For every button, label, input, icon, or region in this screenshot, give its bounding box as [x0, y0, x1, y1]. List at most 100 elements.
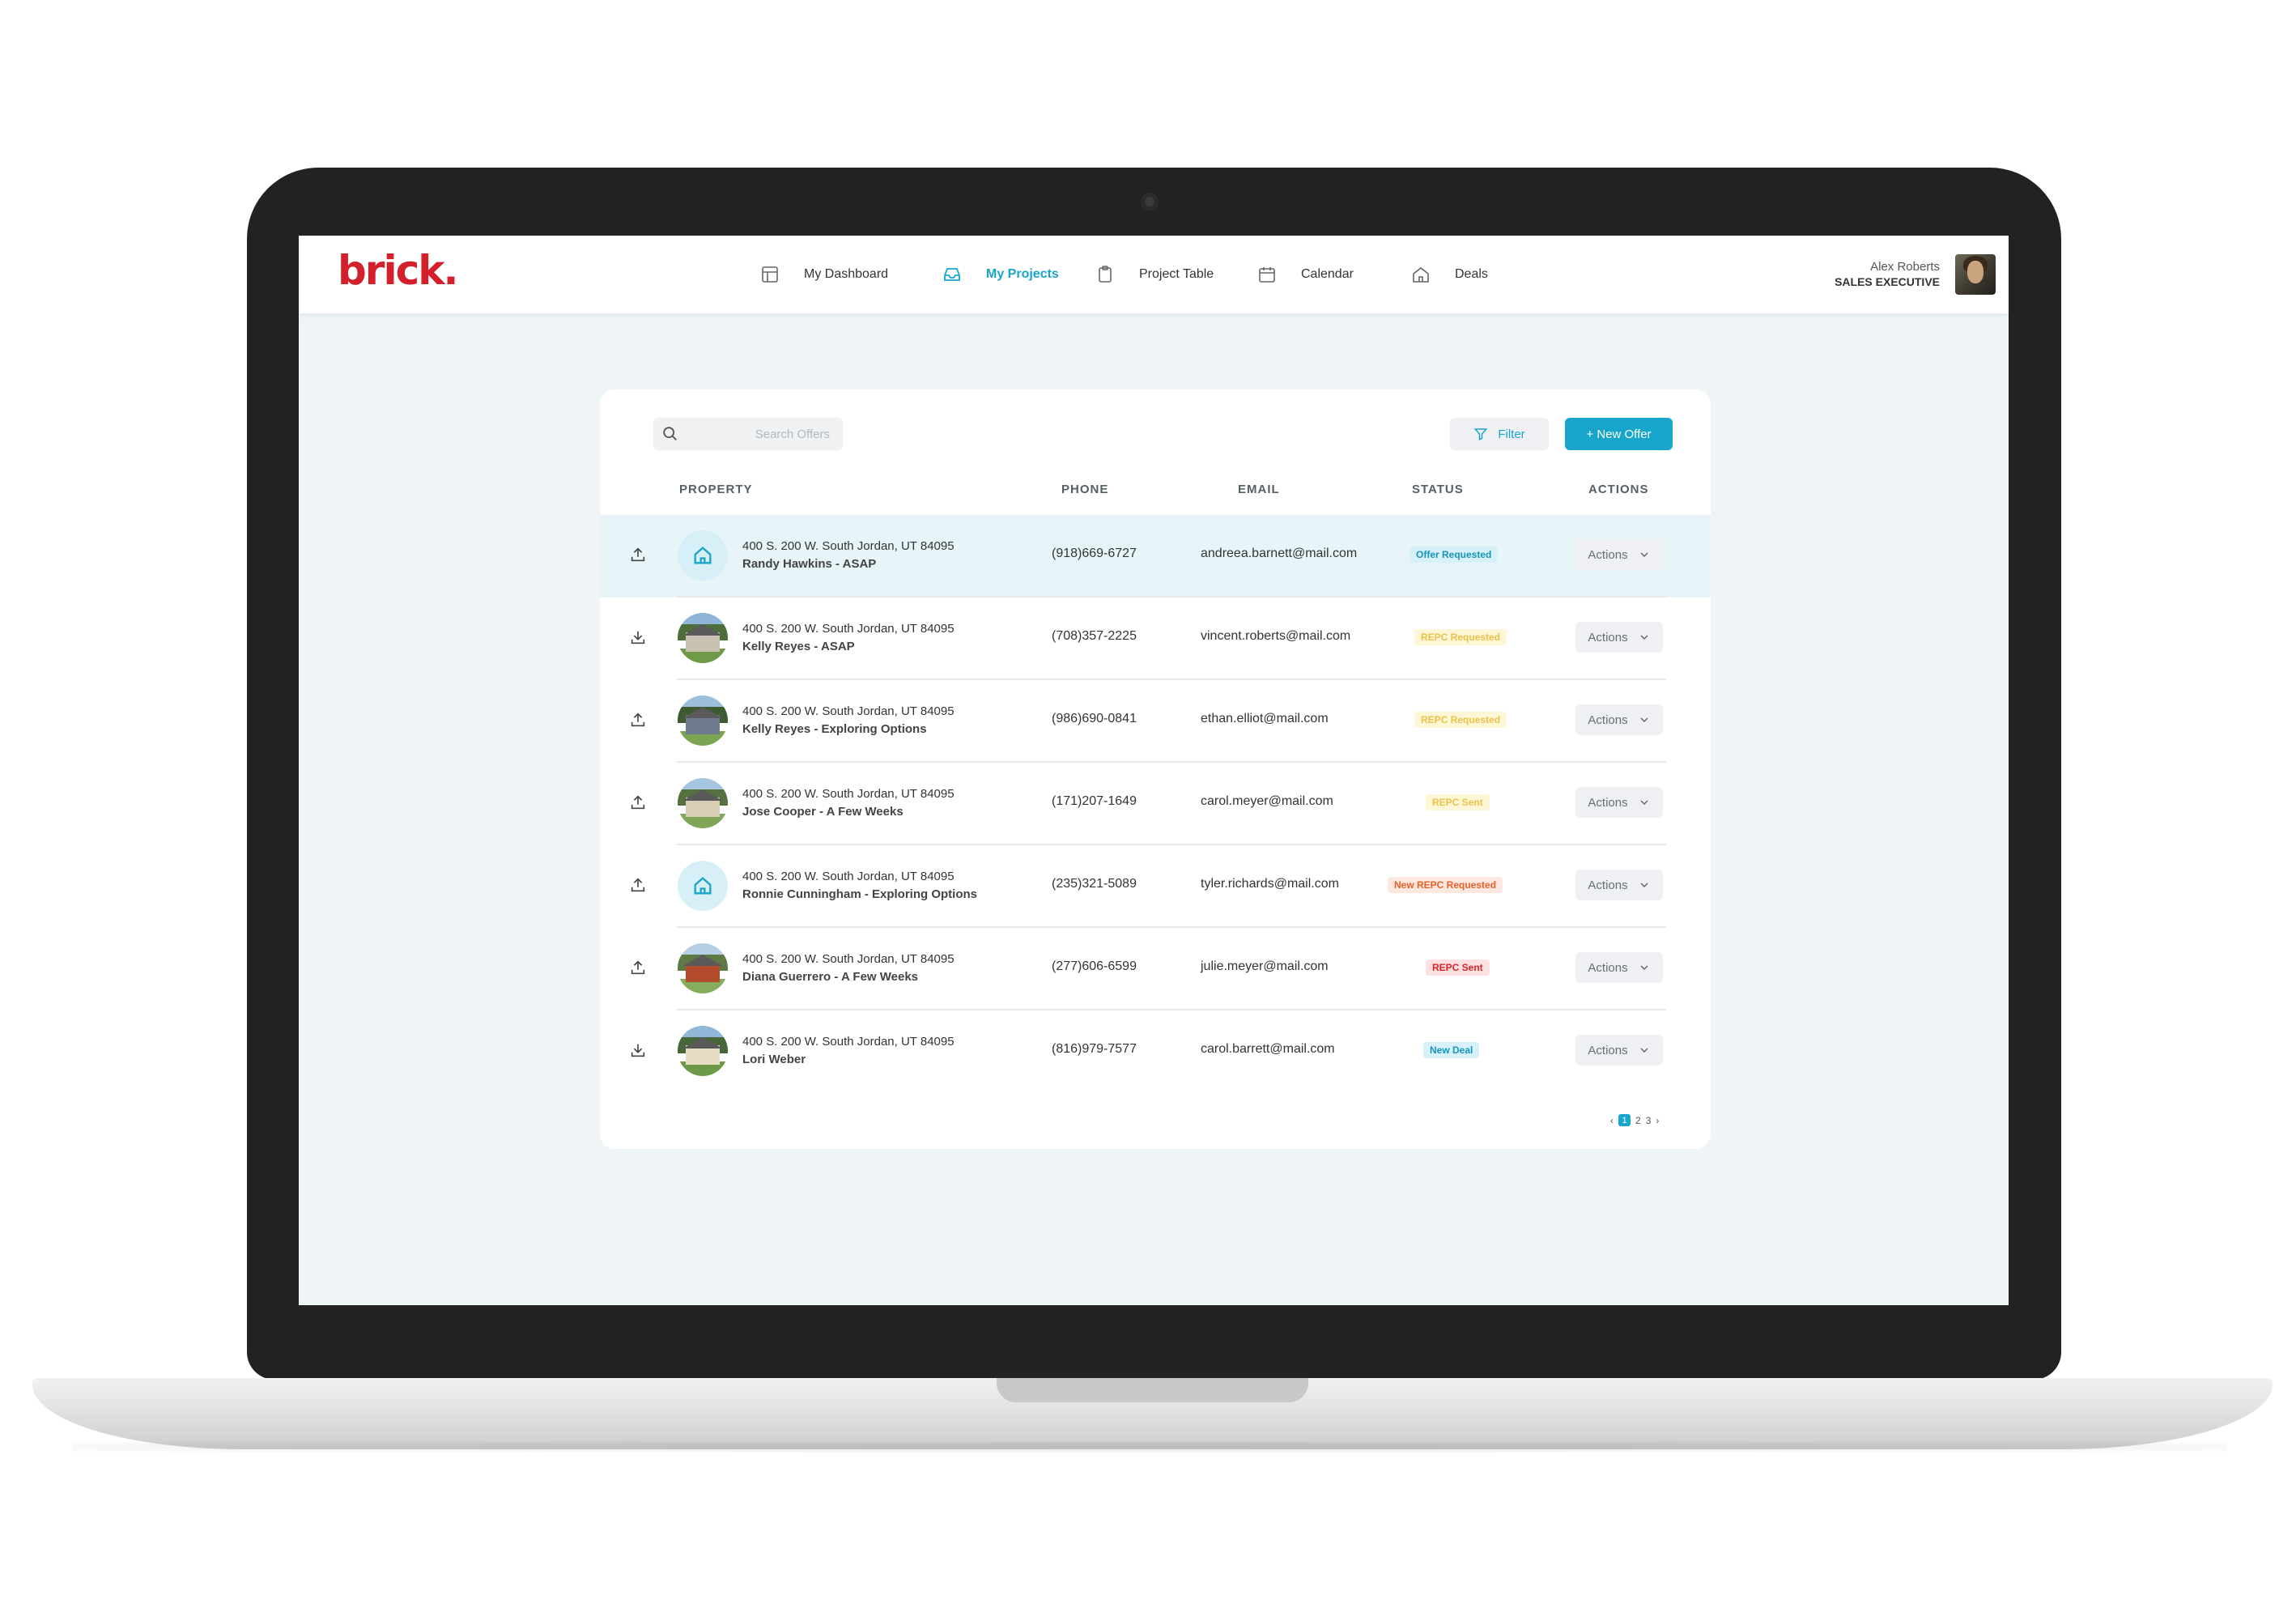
chevron-down-icon: [1640, 717, 1648, 723]
download-icon[interactable]: [629, 1041, 647, 1059]
nav-label: Deals: [1455, 267, 1488, 281]
phone-number: (918)669-6727: [1052, 547, 1137, 560]
page-1-button[interactable]: 1: [1618, 1114, 1631, 1126]
filter-button[interactable]: Filter: [1450, 418, 1549, 450]
page-2-button[interactable]: 2: [1635, 1115, 1641, 1126]
nav-deals[interactable]: Deals: [1411, 260, 1488, 289]
property-info: 400 S. 200 W. South Jordan, UT 84095 Kell…: [742, 703, 955, 738]
nav-my-dashboard[interactable]: My Dashboard: [760, 260, 888, 289]
property-photo: [678, 943, 728, 993]
top-navbar: brick. My Dashboard My Projects Project …: [299, 236, 2009, 313]
actions-dropdown[interactable]: Actions: [1575, 1035, 1663, 1066]
email-address: andreea.barnett@mail.com: [1201, 547, 1358, 560]
chevron-down-icon: [1640, 635, 1648, 640]
nav-calendar[interactable]: Calendar: [1257, 260, 1354, 289]
status-badge: REPC Requested: [1414, 629, 1507, 645]
phone-number: (235)321-5089: [1052, 877, 1137, 891]
app-screen: brick. My Dashboard My Projects Project …: [299, 236, 2009, 1305]
actions-label: Actions: [1588, 1043, 1628, 1057]
phone-number: (816)979-7577: [1052, 1042, 1137, 1056]
chevron-down-icon: [1640, 1048, 1648, 1053]
property-thumbnail: [678, 861, 728, 911]
download-icon[interactable]: [629, 628, 647, 646]
column-header-email: EMAIL: [1238, 483, 1280, 496]
chevron-down-icon: [1640, 965, 1648, 971]
actions-label: Actions: [1588, 960, 1628, 975]
status-badge: New Deal: [1423, 1042, 1480, 1058]
column-header-status: STATUS: [1412, 483, 1464, 496]
column-header-property: PROPERTY: [679, 483, 753, 496]
upload-icon[interactable]: [629, 793, 647, 811]
search-input[interactable]: [691, 426, 831, 442]
search-icon: [663, 427, 677, 440]
actions-dropdown[interactable]: Actions: [1575, 704, 1663, 735]
table-row[interactable]: 400 S. 200 W. South Jordan, UT 84095 Ronn…: [600, 845, 1711, 928]
actions-dropdown[interactable]: Actions: [1575, 870, 1663, 900]
offers-card: Filter + New Offer PROPERTY PHONE EMAIL …: [600, 389, 1711, 1149]
nav-my-projects[interactable]: My Projects: [942, 260, 1059, 289]
upload-icon[interactable]: [629, 876, 647, 894]
actions-dropdown[interactable]: Actions: [1575, 952, 1663, 983]
property-owner: Jose Cooper - A Few Weeks: [742, 805, 904, 819]
camera: [1141, 193, 1159, 211]
status-badge: REPC Sent: [1426, 794, 1490, 810]
home-icon: [1413, 266, 1429, 283]
phone-number: (277)606-6599: [1052, 959, 1137, 973]
user-info[interactable]: Alex Roberts SALES EXECUTIVE: [1835, 260, 1940, 289]
email-address: carol.meyer@mail.com: [1201, 794, 1333, 808]
home-icon: [694, 547, 712, 564]
upload-icon[interactable]: [629, 546, 647, 564]
nav-label: My Projects: [986, 267, 1059, 281]
email-address: vincent.roberts@mail.com: [1201, 629, 1351, 643]
email-address: julie.meyer@mail.com: [1201, 959, 1329, 973]
table-row[interactable]: 400 S. 200 W. South Jordan, UT 84095 Dian…: [600, 928, 1711, 1010]
nav-label: Project Table: [1139, 267, 1214, 281]
upload-icon[interactable]: [629, 711, 647, 729]
table-row[interactable]: 400 S. 200 W. South Jordan, UT 84095 Kell…: [600, 598, 1711, 680]
avatar[interactable]: [1955, 254, 1996, 295]
page-3-button[interactable]: 3: [1646, 1115, 1652, 1126]
laptop-shadow: [73, 1441, 2226, 1453]
property-address: 400 S. 200 W. South Jordan, UT 84095: [742, 539, 955, 553]
table-row[interactable]: 400 S. 200 W. South Jordan, UT 84095 Rand…: [600, 515, 1711, 598]
actions-dropdown[interactable]: Actions: [1575, 539, 1663, 570]
actions-label: Actions: [1588, 795, 1628, 810]
search-box[interactable]: [653, 418, 843, 450]
user-name: Alex Roberts: [1870, 260, 1940, 274]
property-owner: Randy Hawkins - ASAP: [742, 557, 877, 571]
phone-number: (708)357-2225: [1052, 629, 1137, 643]
property-owner: Kelly Reyes - ASAP: [742, 640, 855, 653]
prev-page-button[interactable]: ‹: [1610, 1115, 1614, 1126]
property-address: 400 S. 200 W. South Jordan, UT 84095: [742, 870, 955, 883]
property-info: 400 S. 200 W. South Jordan, UT 84095 Ronn…: [742, 868, 977, 904]
phone-number: (986)690-0841: [1052, 712, 1137, 725]
phone-number: (171)207-1649: [1052, 794, 1137, 808]
status-badge: New REPC Requested: [1388, 877, 1503, 893]
property-photo: [678, 778, 728, 828]
property-info: 400 S. 200 W. South Jordan, UT 84095 Jose…: [742, 785, 955, 821]
property-owner: Diana Guerrero - A Few Weeks: [742, 970, 919, 984]
next-page-button[interactable]: ›: [1656, 1115, 1659, 1126]
property-info: 400 S. 200 W. South Jordan, UT 84095 Lori…: [742, 1033, 955, 1069]
calendar-icon: [1259, 267, 1275, 283]
property-address: 400 S. 200 W. South Jordan, UT 84095: [742, 952, 955, 966]
table-row[interactable]: 400 S. 200 W. South Jordan, UT 84095 Lori…: [600, 1010, 1711, 1093]
table-row[interactable]: 400 S. 200 W. South Jordan, UT 84095 Jose…: [600, 763, 1711, 845]
property-owner: Lori Weber: [742, 1053, 806, 1066]
column-header-actions: ACTIONS: [1588, 483, 1649, 496]
chevron-down-icon: [1640, 552, 1648, 558]
brick-logo[interactable]: brick.: [338, 247, 458, 294]
nav-project-table[interactable]: Project Table: [1095, 260, 1214, 289]
property-info: 400 S. 200 W. South Jordan, UT 84095 Dian…: [742, 951, 955, 986]
user-role: SALES EXECUTIVE: [1835, 275, 1940, 288]
actions-dropdown[interactable]: Actions: [1575, 622, 1663, 653]
new-offer-button[interactable]: + New Offer: [1565, 418, 1673, 450]
status-badge: REPC Requested: [1414, 712, 1507, 728]
email-address: ethan.elliot@mail.com: [1201, 712, 1329, 725]
table-row[interactable]: 400 S. 200 W. South Jordan, UT 84095 Kell…: [600, 680, 1711, 763]
actions-dropdown[interactable]: Actions: [1575, 787, 1663, 818]
upload-icon[interactable]: [629, 959, 647, 976]
status-badge: REPC Sent: [1426, 959, 1490, 976]
property-info: 400 S. 200 W. South Jordan, UT 84095 Kell…: [742, 620, 955, 656]
property-address: 400 S. 200 W. South Jordan, UT 84095: [742, 622, 955, 636]
